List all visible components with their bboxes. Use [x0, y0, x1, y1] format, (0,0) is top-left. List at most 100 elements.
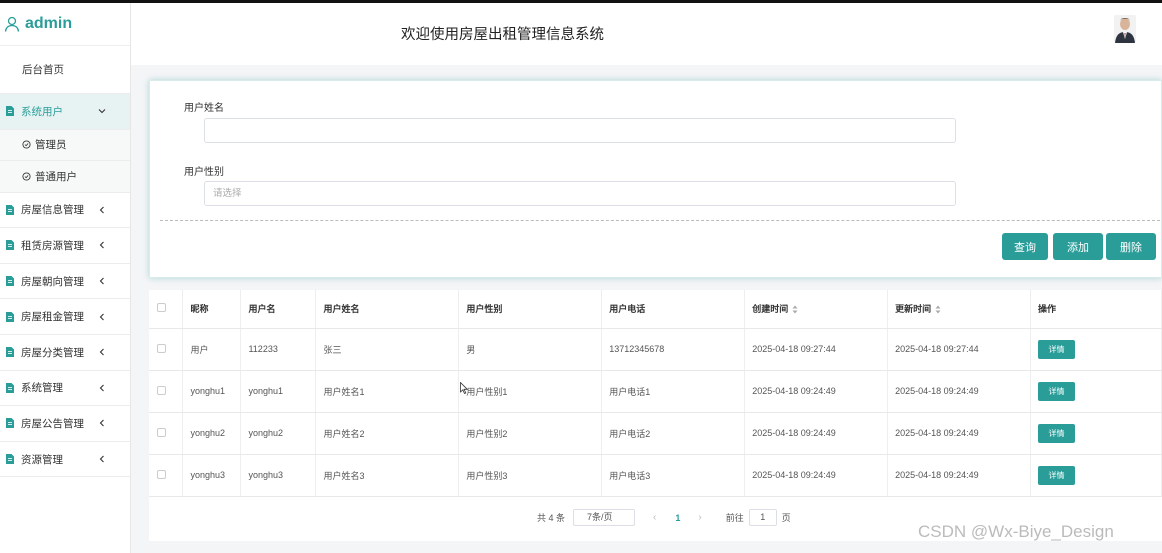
table-header-row: 昵称 用户名 用户姓名 用户性别 用户电话 创建时间 更新时间 操作 [149, 290, 1162, 329]
sidebar-item-orientation[interactable]: 房屋朝向管理 [0, 264, 130, 300]
row-checkbox[interactable] [157, 427, 166, 437]
chevron-left-icon [99, 242, 104, 249]
row-checkbox[interactable] [157, 469, 166, 479]
chevron-left-icon [99, 384, 104, 392]
sidebar-item-label: 房屋公告管理 [21, 417, 84, 430]
document-icon [6, 204, 14, 215]
sidebar-item-label: 租赁房源管理 [21, 239, 84, 252]
page-size-select[interactable]: 7条/页 [573, 509, 636, 526]
sidebar-item-resources[interactable]: 资源管理 [0, 442, 130, 478]
name-input[interactable] [204, 118, 956, 143]
cell-updated: 2025-04-18 09:24:49 [887, 412, 1032, 455]
sidebar-subitem-admin[interactable]: 管理员 [0, 129, 130, 162]
user-icon [4, 16, 20, 32]
header: 欢迎使用房屋出租管理信息系统 [131, 3, 1162, 65]
col-header-nickname: 昵称 [182, 290, 242, 329]
sidebar-item-rent[interactable]: 房屋租金管理 [0, 299, 130, 335]
col-header-created[interactable]: 创建时间 [744, 290, 889, 329]
cell-username: 112233 [240, 328, 317, 371]
document-icon [6, 347, 14, 358]
sidebar-subitem-regular-users[interactable]: 普通用户 [0, 161, 130, 193]
cell-nickname: 用户 [182, 328, 242, 371]
sort-icon[interactable] [935, 305, 941, 314]
cell-nickname: yonghu2 [182, 412, 242, 455]
chevron-down-icon [98, 109, 106, 114]
sidebar-item-label: 房屋朝向管理 [21, 275, 84, 288]
chevron-left-icon [99, 420, 104, 427]
cell-nickname: yonghu1 [182, 370, 242, 413]
sort-icon[interactable] [792, 305, 798, 314]
col-header-updated-label: 更新时间 [895, 304, 932, 315]
sidebar-item-notice[interactable]: 房屋公告管理 [0, 406, 130, 442]
document-icon [6, 240, 14, 251]
sidebar-item-house-info[interactable]: 房屋信息管理 [0, 193, 130, 229]
table-row: yonghu3 yonghu3 用户姓名3 用户性别3 用户电话3 2025-0… [149, 454, 1162, 497]
cell-realname: 用户姓名2 [315, 412, 460, 455]
user-table: 昵称 用户名 用户姓名 用户性别 用户电话 创建时间 更新时间 操作 用户 11… [149, 290, 1162, 497]
brand: admin [0, 3, 130, 46]
page-title: 欢迎使用房屋出租管理信息系统 [401, 27, 604, 43]
cell-username: yonghu2 [240, 412, 317, 455]
prev-page-icon[interactable]: ‹ [653, 512, 656, 523]
pagination: 共 4 条 7条/页 ‹ 1 › 前往 1 页 [537, 509, 791, 526]
document-icon [6, 311, 14, 322]
table-row: 用户 112233 张三 男 13712345678 2025-04-18 09… [149, 328, 1162, 371]
cell-updated: 2025-04-18 09:24:49 [887, 370, 1032, 413]
col-header-action: 操作 [1030, 290, 1162, 329]
delete-button[interactable]: 删除 [1106, 233, 1156, 260]
chevron-left-icon [99, 313, 104, 321]
chevron-left-icon [99, 277, 104, 285]
table-row: yonghu2 yonghu2 用户姓名2 用户性别2 用户电话2 2025-0… [149, 412, 1162, 455]
detail-button[interactable]: 详情 [1038, 381, 1076, 401]
detail-button[interactable]: 详情 [1038, 423, 1076, 443]
total-count: 共 4 条 [537, 513, 566, 523]
document-icon [6, 454, 14, 465]
avatar[interactable] [1114, 15, 1136, 43]
goto-page-input[interactable]: 1 [748, 509, 777, 526]
sidebar-item-rental-listings[interactable]: 租赁房源管理 [0, 228, 130, 264]
col-header-realname: 用户姓名 [315, 290, 460, 329]
col-header-updated[interactable]: 更新时间 [887, 290, 1032, 329]
cell-username: yonghu1 [240, 370, 317, 413]
document-icon [6, 382, 14, 393]
sidebar-item-label: 资源管理 [21, 453, 63, 466]
gender-select[interactable]: 请选择 [204, 181, 956, 206]
gender-label: 用户性别 [184, 167, 224, 178]
sidebar-item-category[interactable]: 房屋分类管理 [0, 335, 130, 371]
sidebar-item-system[interactable]: 系统管理 [0, 371, 130, 407]
cell-phone: 用户电话2 [601, 412, 746, 455]
sidebar-item-label: 房屋租金管理 [21, 311, 84, 324]
col-header-phone: 用户电话 [601, 290, 746, 329]
detail-button[interactable]: 详情 [1038, 339, 1076, 359]
user-table-panel: 昵称 用户名 用户姓名 用户性别 用户电话 创建时间 更新时间 操作 用户 11… [149, 290, 1162, 541]
chevron-left-icon [99, 348, 104, 356]
cell-realname: 张三 [315, 328, 460, 371]
add-button[interactable]: 添加 [1053, 233, 1103, 260]
row-checkbox[interactable] [157, 343, 166, 353]
cell-phone: 用户电话1 [601, 370, 746, 413]
sidebar-item-home[interactable]: 后台首页 [0, 46, 130, 94]
cell-updated: 2025-04-18 09:27:44 [887, 328, 1032, 371]
watermark: CSDN @Wx-Biye_Design [918, 522, 1114, 541]
next-page-icon[interactable]: › [698, 512, 701, 523]
sidebar-subitem-label: 管理员 [35, 139, 67, 152]
query-button[interactable]: 查询 [1002, 233, 1048, 260]
clock-icon [22, 172, 31, 181]
cell-created: 2025-04-18 09:24:49 [744, 454, 889, 497]
search-panel: 用户姓名 用户性别 请选择 查询 添加 删除 [149, 80, 1162, 278]
cell-nickname: yonghu3 [182, 454, 242, 497]
row-checkbox[interactable] [157, 385, 166, 395]
detail-button[interactable]: 详情 [1038, 465, 1076, 485]
avatar-icon [1114, 15, 1136, 43]
sidebar-item-label: 系统用户 [21, 105, 63, 118]
select-all-checkbox[interactable] [157, 303, 166, 313]
cell-gender: 用户性别1 [458, 370, 603, 413]
page-suffix: 页 [781, 513, 791, 523]
sidebar-item-label: 系统管理 [21, 382, 63, 395]
cell-updated: 2025-04-18 09:24:49 [887, 454, 1032, 497]
cell-created: 2025-04-18 09:27:44 [744, 328, 889, 371]
cell-created: 2025-04-18 09:24:49 [744, 370, 889, 413]
col-header-username: 用户名 [240, 290, 317, 329]
sidebar-item-system-users[interactable]: 系统用户 [0, 94, 130, 130]
current-page[interactable]: 1 [675, 513, 680, 523]
